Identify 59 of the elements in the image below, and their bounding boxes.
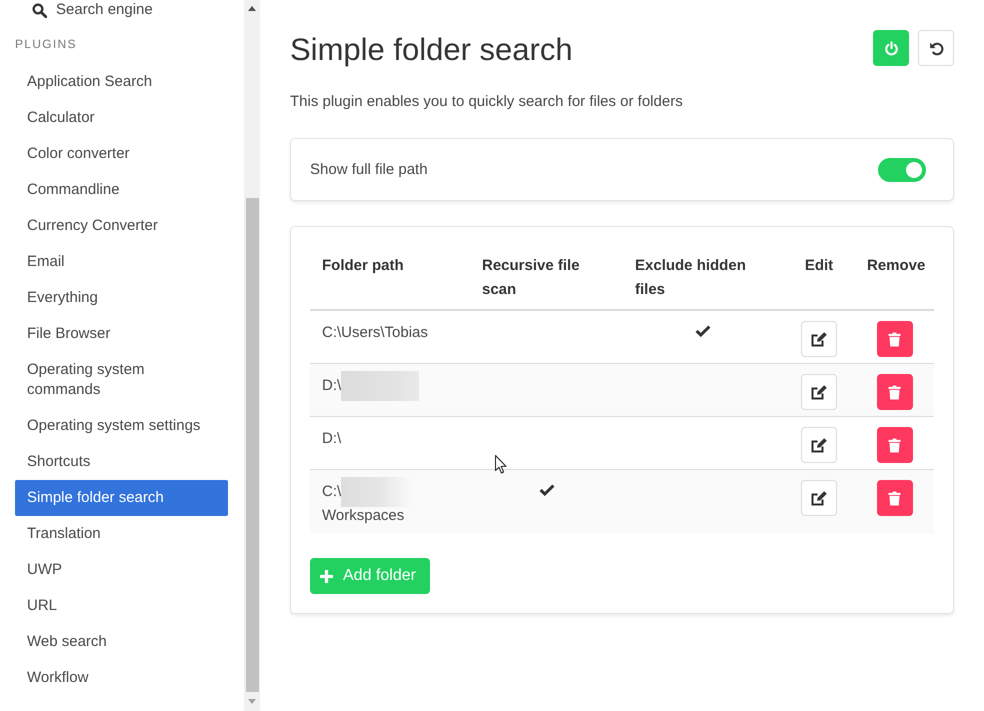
power-icon [884, 40, 898, 56]
sidebar-item[interactable]: Operating system commands [15, 352, 228, 408]
sidebar-item[interactable]: Operating system settings [15, 408, 228, 444]
column-header: Folder path [310, 246, 470, 310]
folder-path: D:\ [322, 377, 342, 394]
sidebar-item[interactable]: Email [15, 244, 228, 280]
remove-button[interactable] [876, 374, 912, 410]
column-header: Exclude hidden files [623, 246, 783, 310]
plus-icon [320, 570, 333, 583]
reset-button[interactable] [918, 30, 954, 66]
remove-button[interactable] [876, 427, 912, 463]
column-header: Recursive file scan [470, 246, 623, 310]
pencil-square-icon [810, 384, 828, 400]
scrollbar[interactable] [244, 0, 260, 711]
remove-button[interactable] [876, 321, 912, 357]
page-title: Simple folder search [290, 31, 573, 69]
sidebar-item[interactable]: Workflow [15, 660, 228, 696]
sidebar-item[interactable]: Shortcuts [15, 444, 228, 480]
sidebar-item[interactable]: Calculator [15, 100, 228, 136]
sidebar-item[interactable]: Web search [15, 624, 228, 660]
remove-button[interactable] [876, 480, 912, 516]
sidebar-item[interactable]: Application Search [15, 64, 228, 100]
column-header: Remove [855, 246, 934, 310]
scroll-up-arrow-icon[interactable] [248, 6, 256, 11]
sidebar-item[interactable]: Commandline [15, 172, 228, 208]
edit-button[interactable] [801, 480, 837, 516]
search-icon [32, 2, 47, 18]
trash-icon [888, 332, 901, 346]
section-label: PLUGINS [15, 36, 77, 52]
pencil-square-icon [810, 331, 828, 347]
pencil-square-icon [810, 437, 828, 453]
sidebar-item[interactable]: Color converter [15, 136, 228, 172]
folder-path: C:\Users\Tobias [322, 324, 428, 341]
folder-path: Workspaces [322, 507, 404, 524]
circular-arrow-icon [928, 40, 944, 56]
edit-button[interactable] [801, 321, 837, 357]
edit-button[interactable] [801, 374, 837, 410]
sidebar-item[interactable]: Currency Converter [15, 208, 228, 244]
folder-path: D:\ [322, 430, 342, 447]
folder-path: C:\ [322, 483, 342, 500]
trash-icon [888, 438, 901, 452]
scrollbar-thumb[interactable] [246, 198, 258, 692]
sidebar-item[interactable]: URL [15, 588, 228, 624]
setting-label: Show full file path [310, 161, 428, 178]
sidebar-item[interactable]: File Browser [15, 316, 228, 352]
trash-icon [888, 490, 901, 506]
scroll-down-arrow-icon[interactable] [248, 699, 256, 704]
edit-button[interactable] [801, 427, 837, 463]
sidebar-item[interactable]: Translation [15, 516, 228, 552]
sidebar-item[interactable]: Simple folder search [15, 480, 228, 516]
sidebar-item[interactable]: UWP [15, 552, 228, 588]
toggle-switch[interactable] [878, 158, 926, 182]
pencil-square-icon [810, 490, 828, 506]
plugin-description: This plugin enables you to quickly search for files or folders [290, 92, 683, 112]
column-header: Edit [783, 246, 855, 310]
sidebar-item[interactable]: Everything [15, 280, 228, 316]
sidebar-item[interactable]: Search engine [0, 0, 153, 20]
power-button[interactable] [873, 30, 909, 66]
trash-icon [888, 384, 901, 400]
